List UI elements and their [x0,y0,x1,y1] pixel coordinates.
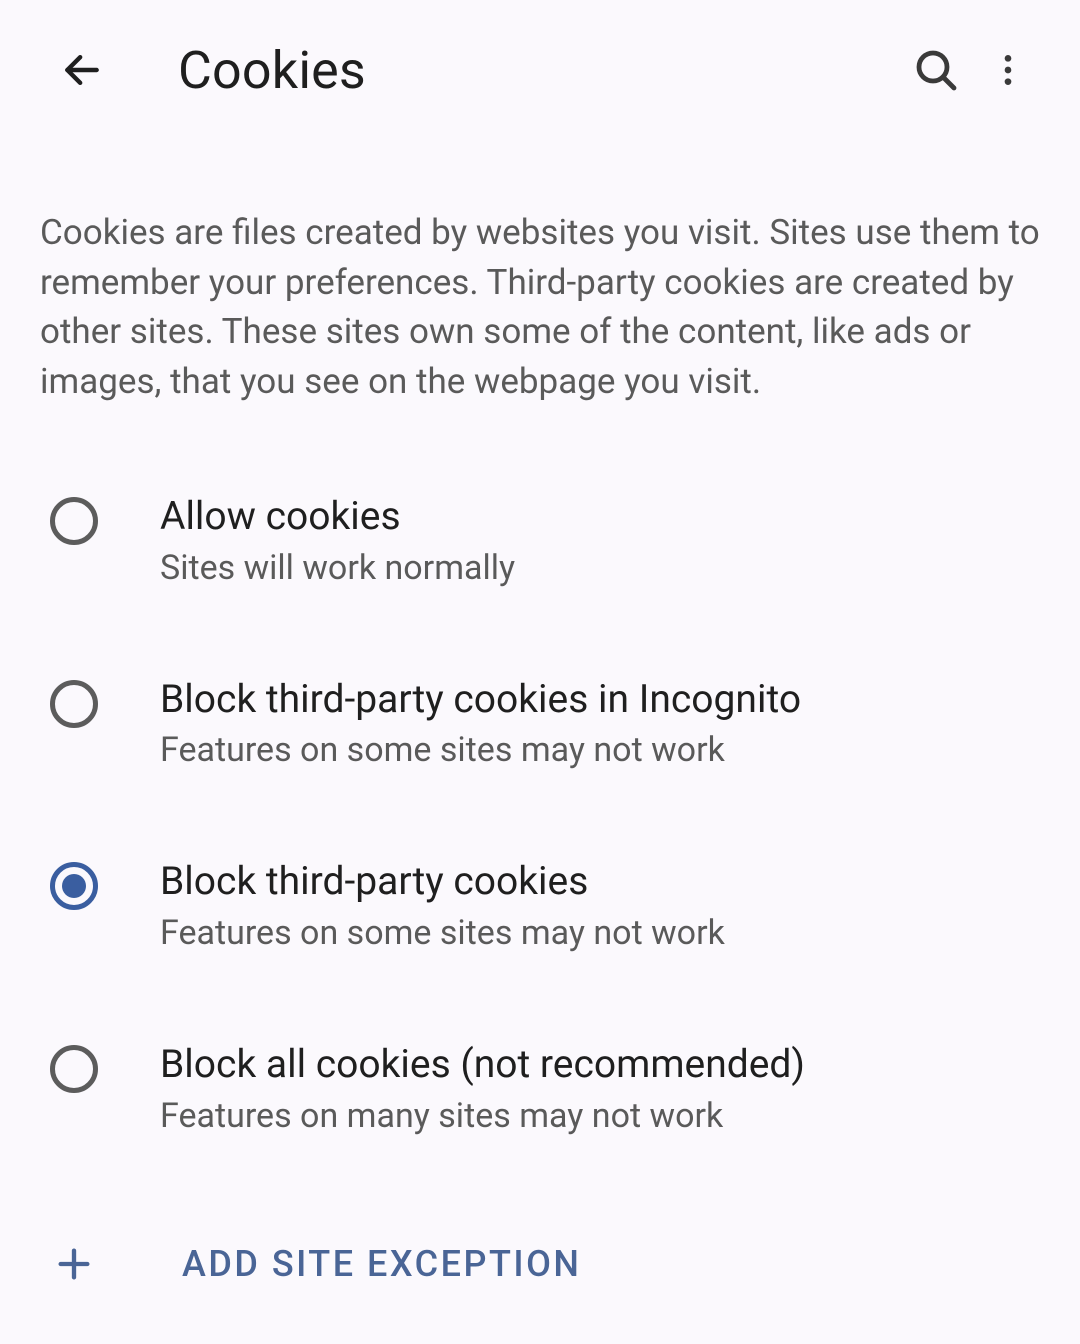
option-subtitle: Features on some sites may not work [160,913,725,953]
option-title: Block third-party cookies in Incognito [160,676,801,723]
cookie-options: Allow cookies Sites will work normally B… [0,467,1080,1162]
add-site-exception[interactable]: ADD SITE EXCEPTION [0,1184,1080,1344]
more-vert-icon [988,50,1028,90]
option-block-3p[interactable]: Block third-party cookies Features on so… [0,832,1080,979]
option-text: Allow cookies Sites will work normally [160,493,515,588]
radio-icon [50,1045,98,1093]
option-subtitle: Features on many sites may not work [160,1096,805,1136]
option-block-all[interactable]: Block all cookies (not recommended) Feat… [0,1015,1080,1162]
option-text: Block all cookies (not recommended) Feat… [160,1041,805,1136]
option-title: Block third-party cookies [160,858,725,905]
option-allow-cookies[interactable]: Allow cookies Sites will work normally [0,467,1080,614]
radio-icon [50,497,98,545]
option-subtitle: Features on some sites may not work [160,730,801,770]
cookies-description: Cookies are files created by websites yo… [0,138,1080,467]
option-subtitle: Sites will work normally [160,548,515,588]
option-block-3p-incognito[interactable]: Block third-party cookies in Incognito F… [0,650,1080,797]
option-text: Block third-party cookies Features on so… [160,858,725,953]
header: Cookies [0,0,1080,138]
add-site-exception-label: ADD SITE EXCEPTION [182,1243,581,1285]
arrow-left-icon [60,48,104,92]
more-button[interactable] [972,34,1044,106]
search-icon [912,46,960,94]
option-title: Allow cookies [160,493,515,540]
radio-icon [50,680,98,728]
search-button[interactable] [900,34,972,106]
back-button[interactable] [46,34,118,106]
option-text: Block third-party cookies in Incognito F… [160,676,801,771]
option-title: Block all cookies (not recommended) [160,1041,805,1088]
page-title: Cookies [178,40,900,101]
plus-icon [50,1240,98,1288]
radio-icon [50,862,98,910]
